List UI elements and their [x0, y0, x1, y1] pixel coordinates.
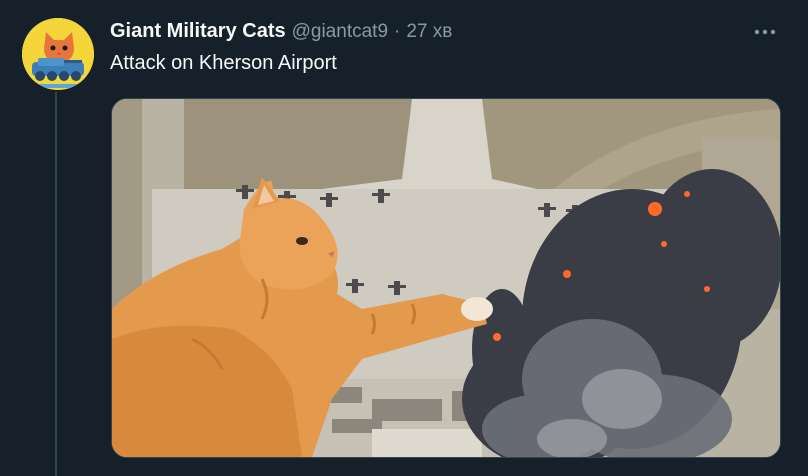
airport-cat-image: [112, 99, 780, 457]
tweet-text: Attack on Kherson Airport: [110, 52, 337, 74]
tweet[interactable]: Giant Military Cats @giantcat9 · 27 хв A…: [0, 0, 808, 476]
more-horizontal-icon: [754, 29, 776, 35]
more-button[interactable]: [750, 20, 780, 44]
tweet-time[interactable]: 27 хв: [406, 21, 452, 43]
thread-line: [55, 92, 57, 476]
avatar[interactable]: [22, 18, 94, 90]
separator-dot: ·: [394, 21, 401, 42]
tweet-header: Giant Military Cats @giantcat9 · 27 хв: [110, 20, 452, 44]
cat-avatar-icon: [22, 18, 94, 90]
display-name[interactable]: Giant Military Cats: [110, 20, 286, 43]
user-handle[interactable]: @giantcat9: [292, 21, 388, 43]
tweet-image[interactable]: [111, 98, 781, 458]
